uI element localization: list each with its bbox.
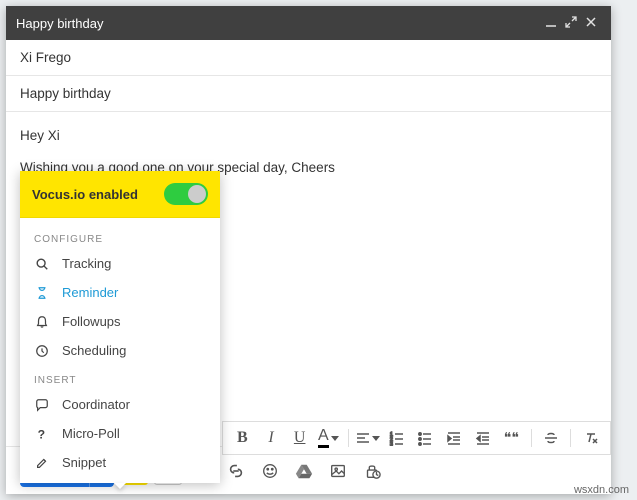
numbered-list-button[interactable]: 123 <box>383 424 410 452</box>
vocus-header: Vocus.io enabled <box>20 171 220 218</box>
insert-emoji-button[interactable] <box>256 457 284 485</box>
italic-button[interactable]: I <box>258 424 285 452</box>
vocus-item-micropoll[interactable]: ? Micro-Poll <box>20 419 220 448</box>
body-line: Hey Xi <box>20 126 597 146</box>
vocus-item-reminder[interactable]: Reminder <box>20 278 220 307</box>
to-field[interactable]: Xi Frego <box>6 40 611 76</box>
question-icon: ? <box>34 427 50 441</box>
clock-icon <box>34 344 50 358</box>
confidential-mode-button[interactable] <box>358 457 386 485</box>
remove-formatting-button[interactable] <box>577 424 604 452</box>
insert-drive-button[interactable] <box>290 457 318 485</box>
vocus-item-followups[interactable]: Followups <box>20 307 220 336</box>
chat-icon <box>34 398 50 412</box>
vocus-item-scheduling[interactable]: Scheduling <box>20 336 220 365</box>
vocus-item-label: Scheduling <box>62 343 126 358</box>
subject-field[interactable]: Happy birthday <box>6 76 611 112</box>
align-button[interactable] <box>355 424 382 452</box>
bullet-list-button[interactable] <box>412 424 439 452</box>
configure-section-label: CONFIGURE <box>20 224 220 249</box>
vocus-item-label: Reminder <box>62 285 118 300</box>
insert-photo-button[interactable] <box>324 457 352 485</box>
vocus-item-label: Coordinator <box>62 397 130 412</box>
vocus-item-coordinator[interactable]: Coordinator <box>20 390 220 419</box>
minimize-button[interactable] <box>541 16 561 31</box>
magnifier-icon <box>34 257 50 271</box>
watermark: wsxdn.com <box>574 484 629 496</box>
vocus-toggle[interactable] <box>164 183 208 205</box>
vocus-item-label: Micro-Poll <box>62 426 120 441</box>
vocus-item-tracking[interactable]: Tracking <box>20 249 220 278</box>
insert-link-button[interactable] <box>222 457 250 485</box>
svg-text:?: ? <box>38 427 45 441</box>
compose-window: Happy birthday Xi Frego Happy birthday H… <box>6 6 611 494</box>
vocus-panel: Vocus.io enabled CONFIGURE Tracking Remi… <box>20 171 220 483</box>
vocus-item-label: Tracking <box>62 256 111 271</box>
quote-button[interactable]: ❝❝ <box>498 424 525 452</box>
text-color-button[interactable]: A <box>315 424 342 452</box>
window-title: Happy birthday <box>16 16 541 31</box>
insert-section-label: INSERT <box>20 365 220 390</box>
indent-more-button[interactable] <box>469 424 496 452</box>
vocus-item-label: Followups <box>62 314 121 329</box>
title-bar: Happy birthday <box>6 6 611 40</box>
vocus-item-snippet[interactable]: Snippet <box>20 448 220 477</box>
pencil-icon <box>34 456 50 470</box>
bold-button[interactable]: B <box>229 424 256 452</box>
vocus-item-label: Snippet <box>62 455 106 470</box>
expand-button[interactable] <box>561 16 581 31</box>
strikethrough-button[interactable] <box>538 424 565 452</box>
vocus-enabled-label: Vocus.io enabled <box>32 187 164 202</box>
svg-text:3: 3 <box>390 442 393 446</box>
hourglass-icon <box>34 286 50 300</box>
underline-button[interactable]: U <box>286 424 313 452</box>
close-button[interactable] <box>581 16 601 31</box>
indent-less-button[interactable] <box>441 424 468 452</box>
bell-icon <box>34 315 50 329</box>
formatting-toolbar: B I U A 123 ❝❝ <box>222 421 611 455</box>
